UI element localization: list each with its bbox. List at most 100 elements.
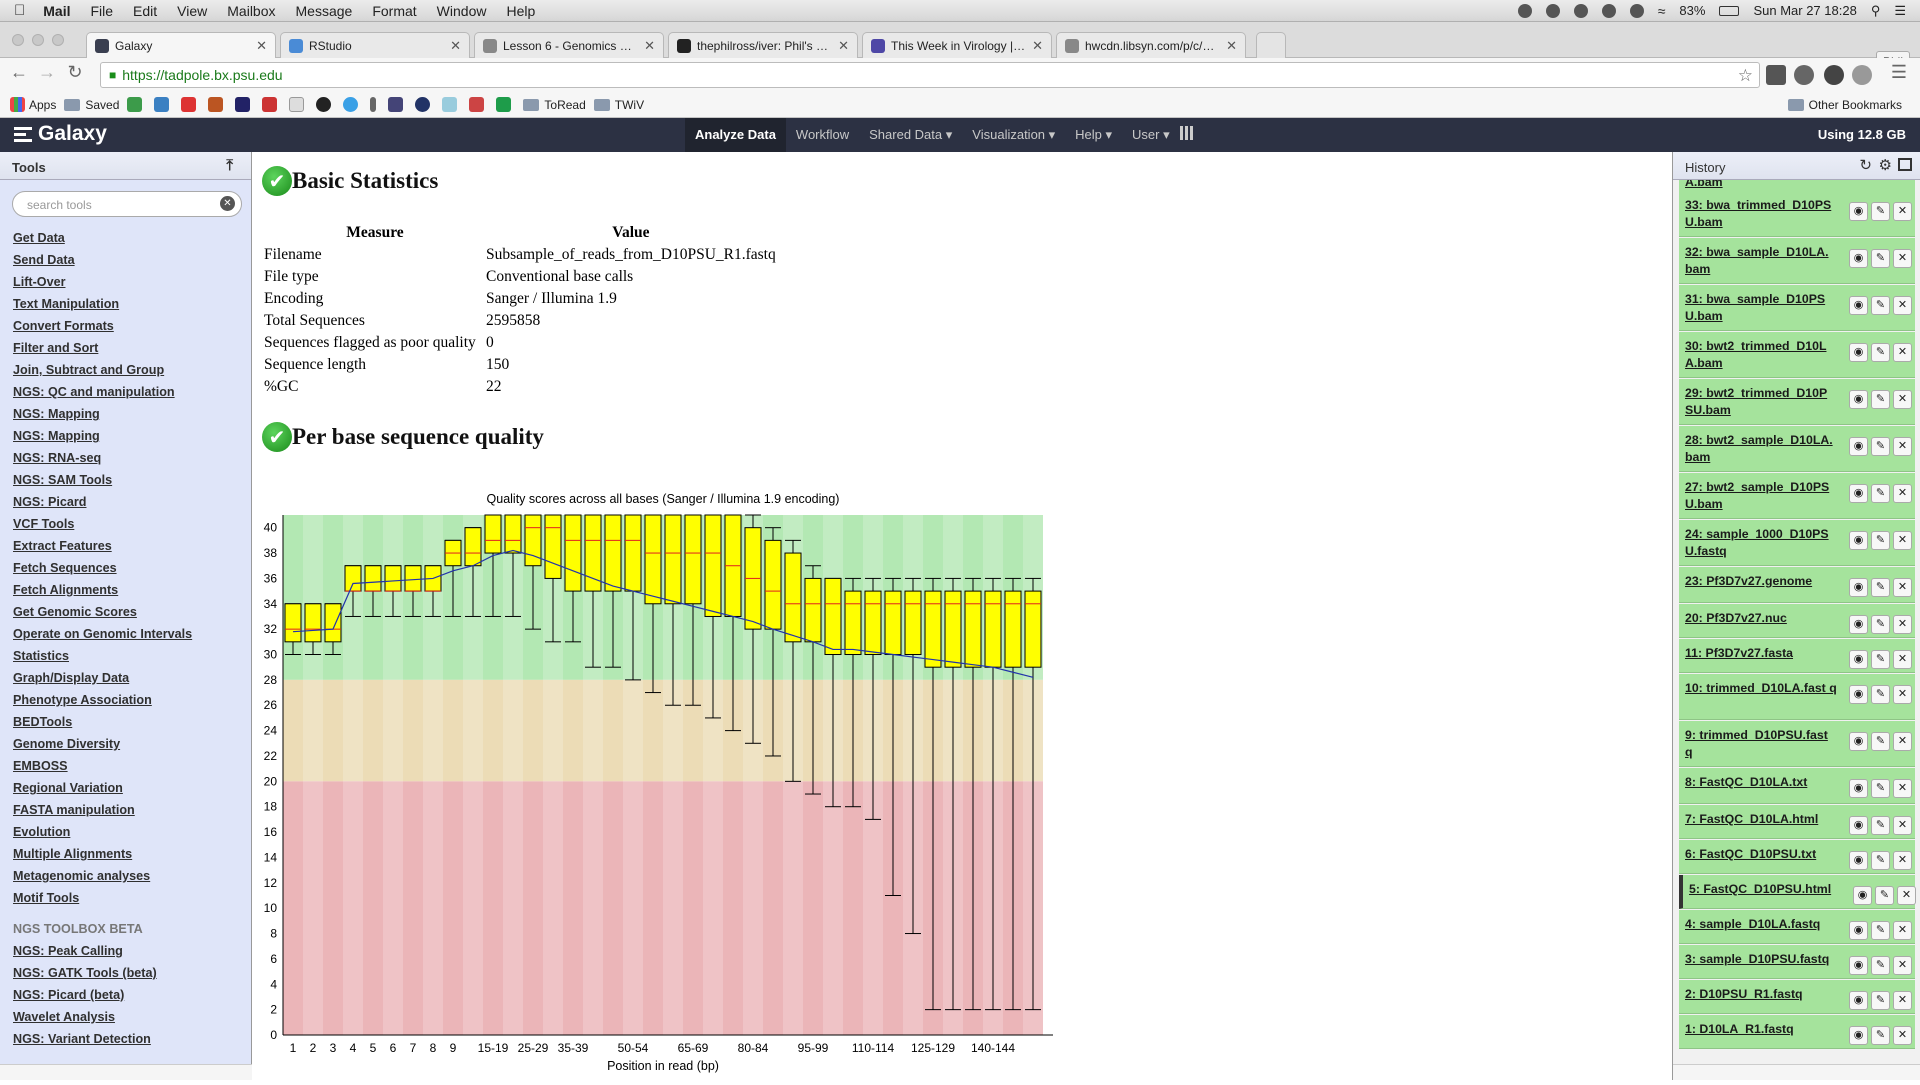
tool-section-link[interactable]: Statistics xyxy=(13,648,192,670)
tab-close-icon[interactable]: ✕ xyxy=(1032,38,1043,54)
pencil-icon[interactable]: ✎ xyxy=(1871,615,1890,634)
menubar-item[interactable]: View xyxy=(167,3,217,19)
browser-tab[interactable]: RStudio ✕ xyxy=(280,32,470,58)
bookmark-star-icon[interactable]: ☆ xyxy=(1738,66,1753,86)
menubar-item[interactable]: File xyxy=(80,3,123,19)
wifi-icon[interactable]: ≈ xyxy=(1658,3,1666,19)
history-item-title[interactable]: 5: FastQC_D10PSU.html xyxy=(1689,881,1841,898)
eye-icon[interactable]: ◉ xyxy=(1849,202,1868,221)
pencil-icon[interactable]: ✎ xyxy=(1871,732,1890,751)
history-item[interactable]: 6: FastQC_D10PSU.txt ◉ ✎ ✕ xyxy=(1679,840,1915,874)
eye-icon[interactable]: ◉ xyxy=(1849,1026,1868,1045)
bookmark-sheets[interactable] xyxy=(496,97,515,112)
tool-section-link[interactable]: Text Manipulation xyxy=(13,296,192,318)
delete-icon[interactable]: ✕ xyxy=(1893,991,1912,1010)
eye-icon[interactable]: ◉ xyxy=(1849,779,1868,798)
gear-icon[interactable]: ⚙ xyxy=(1879,156,1892,174)
tool-section-link[interactable]: Send Data xyxy=(13,252,192,274)
pencil-icon[interactable]: ✎ xyxy=(1871,685,1890,704)
history-item[interactable]: 8: FastQC_D10LA.txt ◉ ✎ ✕ xyxy=(1679,768,1915,804)
history-item[interactable]: 33: bwa_trimmed_D10PS U.bam ◉ ✎ ✕ xyxy=(1679,191,1915,237)
delete-icon[interactable]: ✕ xyxy=(1893,816,1912,835)
eye-icon[interactable]: ◉ xyxy=(1849,732,1868,751)
pencil-icon[interactable]: ✎ xyxy=(1875,886,1894,905)
eye-icon[interactable]: ◉ xyxy=(1853,886,1872,905)
tool-section-link[interactable]: BEDTools xyxy=(13,714,192,736)
delete-icon[interactable]: ✕ xyxy=(1893,650,1912,669)
pencil-icon[interactable]: ✎ xyxy=(1871,650,1890,669)
eye-icon[interactable]: ◉ xyxy=(1849,956,1868,975)
spotlight-icon[interactable]: ⚲ xyxy=(1871,3,1881,19)
eye-icon[interactable]: ◉ xyxy=(1849,650,1868,669)
eye-icon[interactable]: ◉ xyxy=(1849,921,1868,940)
tool-section-link[interactable]: Metagenomic analyses xyxy=(13,868,192,890)
eye-icon[interactable]: ◉ xyxy=(1849,343,1868,362)
history-item-title[interactable]: 27: bwt2_sample_D10PS U.bam xyxy=(1685,479,1837,513)
pencil-icon[interactable]: ✎ xyxy=(1871,390,1890,409)
history-item[interactable]: 9: trimmed_D10PSU.fast q ◉ ✎ ✕ xyxy=(1679,721,1915,767)
new-tab-button[interactable] xyxy=(1256,32,1286,58)
history-item[interactable]: 1: D10LA_R1.fastq ◉ ✎ ✕ xyxy=(1679,1015,1915,1049)
bookmark-link[interactable] xyxy=(370,97,380,112)
eye-icon[interactable]: ◉ xyxy=(1849,615,1868,634)
delete-icon[interactable]: ✕ xyxy=(1893,1026,1912,1045)
history-item-title[interactable]: 28: bwt2_sample_D10LA. bam xyxy=(1685,432,1837,466)
bookmark-link[interactable] xyxy=(262,97,281,112)
menubar-item[interactable]: Mailbox xyxy=(217,3,285,19)
delete-icon[interactable]: ✕ xyxy=(1893,437,1912,456)
refresh-icon[interactable]: ↻ xyxy=(1859,156,1872,174)
tool-section-link[interactable]: Fetch Alignments xyxy=(13,582,192,604)
tool-section-link[interactable]: NGS: Mapping xyxy=(13,428,192,450)
quota-meter[interactable]: Using 12.8 GB xyxy=(1818,127,1906,142)
pencil-icon[interactable]: ✎ xyxy=(1871,851,1890,870)
history-item-title[interactable]: 11: Pf3D7v27.fasta xyxy=(1685,645,1837,662)
history-item-title[interactable]: 7: FastQC_D10LA.html xyxy=(1685,811,1837,828)
tool-section-link[interactable]: Wavelet Analysis xyxy=(13,1009,192,1031)
bookmark-link[interactable] xyxy=(289,97,308,112)
tool-section-link[interactable]: Get Data xyxy=(13,230,192,252)
columns-icon[interactable] xyxy=(1898,158,1912,171)
pencil-icon[interactable]: ✎ xyxy=(1871,249,1890,268)
extension-icon[interactable] xyxy=(1852,65,1872,85)
history-item-title[interactable]: 6: FastQC_D10PSU.txt xyxy=(1685,846,1837,863)
eye-icon[interactable]: ◉ xyxy=(1849,531,1868,550)
delete-icon[interactable]: ✕ xyxy=(1893,484,1912,503)
history-item-title[interactable]: 30: bwt2_trimmed_D10L A.bam xyxy=(1685,338,1837,372)
tool-section-link[interactable]: Genome Diversity xyxy=(13,736,192,758)
history-item[interactable]: 4: sample_D10LA.fastq ◉ ✎ ✕ xyxy=(1679,910,1915,944)
nav-item[interactable]: Analyze Data xyxy=(685,118,786,152)
history-item-title[interactable]: 3: sample_D10PSU.fastq xyxy=(1685,951,1837,968)
eye-icon[interactable]: ◉ xyxy=(1849,851,1868,870)
eye-icon[interactable]: ◉ xyxy=(1849,484,1868,503)
delete-icon[interactable]: ✕ xyxy=(1893,851,1912,870)
browser-tab[interactable]: thephilross/iver: Phil's pers ✕ xyxy=(668,32,858,58)
bookmark-link[interactable] xyxy=(154,97,173,112)
window-close-button[interactable] xyxy=(12,34,24,46)
tool-section-link[interactable]: Multiple Alignments xyxy=(13,846,192,868)
delete-icon[interactable]: ✕ xyxy=(1893,390,1912,409)
pencil-icon[interactable]: ✎ xyxy=(1871,779,1890,798)
tool-section-link[interactable]: NGS: Variant Detection xyxy=(13,1031,192,1053)
nav-item[interactable]: Help ▾ xyxy=(1065,118,1122,152)
menubar-item[interactable]: Edit xyxy=(123,3,167,19)
bookmark-link[interactable] xyxy=(235,97,254,112)
pencil-icon[interactable]: ✎ xyxy=(1871,484,1890,503)
tool-section-link[interactable]: NGS: Peak Calling xyxy=(13,943,192,965)
pencil-icon[interactable]: ✎ xyxy=(1871,343,1890,362)
pencil-icon[interactable]: ✎ xyxy=(1871,296,1890,315)
history-item[interactable]: 28: bwt2_sample_D10LA. bam ◉ ✎ ✕ xyxy=(1679,426,1915,472)
delete-icon[interactable]: ✕ xyxy=(1897,886,1916,905)
pencil-icon[interactable]: ✎ xyxy=(1871,921,1890,940)
menubar-item[interactable]: Format xyxy=(362,3,426,19)
bookmark-link[interactable] xyxy=(388,97,407,112)
volume-icon[interactable] xyxy=(1629,3,1644,18)
delete-icon[interactable]: ✕ xyxy=(1893,578,1912,597)
search-tools-input[interactable]: search tools ✕ xyxy=(12,191,242,217)
pencil-icon[interactable]: ✎ xyxy=(1871,202,1890,221)
nav-item[interactable]: Workflow xyxy=(786,118,859,152)
eye-icon[interactable]: ◉ xyxy=(1849,296,1868,315)
pencil-icon[interactable]: ✎ xyxy=(1871,531,1890,550)
tool-section-link[interactable]: Regional Variation xyxy=(13,780,192,802)
window-minimize-button[interactable] xyxy=(32,34,44,46)
history-item-title[interactable]: 20: Pf3D7v27.nuc xyxy=(1685,610,1837,627)
